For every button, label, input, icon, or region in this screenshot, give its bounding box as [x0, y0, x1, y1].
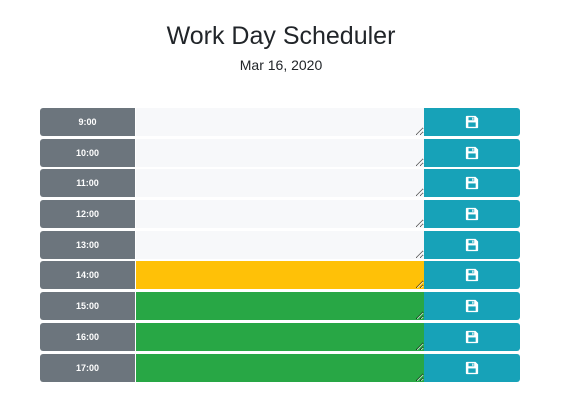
- task-input[interactable]: [136, 322, 424, 351]
- time-block-list: 9:00 10:00 11:00 12:00 13:00 14:00 15:00…: [40, 108, 520, 384]
- time-block-row: 16:00: [40, 322, 520, 351]
- save-button[interactable]: [424, 138, 520, 167]
- save-button[interactable]: [424, 322, 520, 351]
- time-block-row: 10:00: [40, 138, 520, 167]
- time-block-row: 17:00: [40, 353, 520, 382]
- task-input[interactable]: [136, 108, 424, 136]
- floppy-disk-icon: [465, 115, 479, 129]
- hour-label: 13:00: [40, 230, 135, 259]
- floppy-disk-icon: [465, 176, 479, 190]
- time-block-row: 11:00: [40, 169, 520, 198]
- hour-label: 11:00: [40, 169, 135, 198]
- time-block-row: 13:00: [40, 230, 520, 259]
- save-button[interactable]: [424, 261, 520, 290]
- task-input[interactable]: [136, 292, 424, 321]
- page-title: Work Day Scheduler: [166, 22, 396, 50]
- save-button[interactable]: [424, 169, 520, 198]
- task-input[interactable]: [136, 353, 424, 382]
- time-block-row: 9:00: [40, 108, 520, 136]
- floppy-disk-icon: [465, 238, 479, 252]
- task-input[interactable]: [136, 200, 424, 229]
- save-button[interactable]: [424, 292, 520, 321]
- hour-label: 14:00: [40, 261, 135, 290]
- save-button[interactable]: [424, 353, 520, 382]
- time-block-row: 12:00: [40, 200, 520, 229]
- save-button[interactable]: [424, 200, 520, 229]
- hour-label: 12:00: [40, 200, 135, 229]
- floppy-disk-icon: [465, 146, 479, 160]
- hour-label: 15:00: [40, 292, 135, 321]
- time-block-row: 15:00: [40, 292, 520, 321]
- floppy-disk-icon: [465, 361, 479, 375]
- task-input[interactable]: [136, 169, 424, 198]
- hour-label: 17:00: [40, 353, 135, 382]
- task-input[interactable]: [136, 138, 424, 167]
- hour-label: 16:00: [40, 322, 135, 351]
- time-block-row: 14:00: [40, 261, 520, 290]
- task-input[interactable]: [136, 261, 424, 290]
- floppy-disk-icon: [465, 299, 479, 313]
- floppy-disk-icon: [465, 330, 479, 344]
- task-input[interactable]: [136, 230, 424, 259]
- hour-label: 9:00: [40, 108, 135, 136]
- save-button[interactable]: [424, 230, 520, 259]
- save-button[interactable]: [424, 108, 520, 136]
- scheduler-page: Work Day Scheduler Mar 16, 2020 9:00 10:…: [0, 0, 562, 414]
- current-date: Mar 16, 2020: [239, 57, 323, 73]
- floppy-disk-icon: [465, 207, 479, 221]
- hour-label: 10:00: [40, 138, 135, 167]
- floppy-disk-icon: [465, 268, 479, 282]
